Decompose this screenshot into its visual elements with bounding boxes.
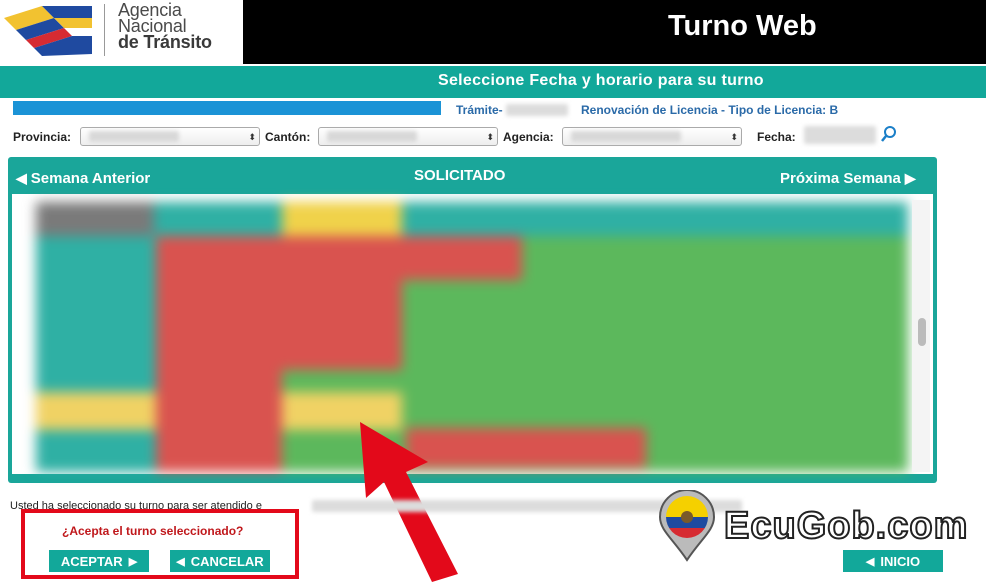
accept-button[interactable]: ACEPTAR ▶ — [49, 550, 149, 572]
watermark-text: EcuGob.com — [723, 504, 969, 548]
slot-taken-region — [282, 280, 402, 370]
fecha-input[interactable] — [804, 126, 876, 144]
select-arrows-icon: ⬍ — [248, 132, 256, 142]
confirm-question: ¿Acepta el turno seleccionado? — [62, 524, 244, 538]
time-cell-selected — [36, 392, 156, 430]
ecuador-flag-pin-icon — [658, 490, 716, 562]
provincia-select[interactable]: ⬍ — [80, 127, 260, 146]
agencia-select[interactable]: ⬍ — [562, 127, 742, 146]
inicio-label: INICIO — [880, 553, 921, 569]
prev-week-label: Semana Anterior — [30, 170, 151, 187]
provincia-label: Provincia: — [13, 130, 72, 144]
arrow-left-icon: ◀ — [176, 555, 185, 568]
tramite-number-redacted — [506, 104, 568, 116]
agencia-label: Agencia: — [503, 130, 554, 144]
canton-select[interactable]: ⬍ — [318, 127, 498, 146]
day-header-cell-selected — [282, 202, 402, 236]
brand-line-3: de Tránsito — [118, 32, 212, 52]
annotation-arrow-icon — [360, 422, 458, 582]
time-slot-grid[interactable] — [36, 202, 908, 472]
inicio-button[interactable]: ◀ INICIO — [843, 550, 943, 572]
cancel-button[interactable]: ◀ CANCELAR — [170, 550, 270, 572]
arrow-right-icon: ▶ — [904, 170, 916, 186]
day-header-row — [36, 202, 908, 236]
progress-bar — [13, 101, 441, 115]
slot-taken-region — [156, 236, 282, 472]
arrow-left-icon: ◀ — [865, 555, 875, 568]
select-arrows-icon: ⬍ — [486, 132, 494, 142]
select-arrows-icon: ⬍ — [730, 132, 738, 142]
arrow-right-icon: ▶ — [128, 555, 138, 568]
time-column — [36, 236, 156, 472]
grid-scrollbar-thumb[interactable] — [918, 318, 926, 346]
ant-logo-icon — [4, 6, 92, 56]
step-title: Seleccione Fecha y horario para su turno — [438, 72, 764, 89]
accept-label: ACEPTAR — [60, 553, 123, 569]
calendar-status: SOLICITADO — [414, 167, 506, 184]
next-week-button[interactable]: Próxima Semana ▶ — [780, 170, 916, 187]
fecha-label: Fecha: — [757, 130, 796, 144]
ant-logo: Agencia Nacional de Tránsito — [0, 0, 243, 64]
day-header-cell — [36, 202, 154, 236]
arrow-left-icon: ◀ — [16, 170, 27, 186]
tramite-label: Trámite- — [456, 103, 503, 117]
cancel-label: CANCELAR — [190, 553, 264, 569]
app-title: Turno Web — [668, 10, 817, 42]
logo-divider — [104, 4, 105, 56]
slot-taken-region — [282, 236, 522, 280]
tramite-description: Renovación de Licencia - Tipo de Licenci… — [581, 103, 839, 117]
canton-label: Cantón: — [265, 130, 311, 144]
search-icon[interactable] — [880, 125, 898, 143]
prev-week-button[interactable]: ◀ Semana Anterior — [16, 170, 150, 187]
next-week-label: Próxima Semana — [780, 170, 901, 187]
